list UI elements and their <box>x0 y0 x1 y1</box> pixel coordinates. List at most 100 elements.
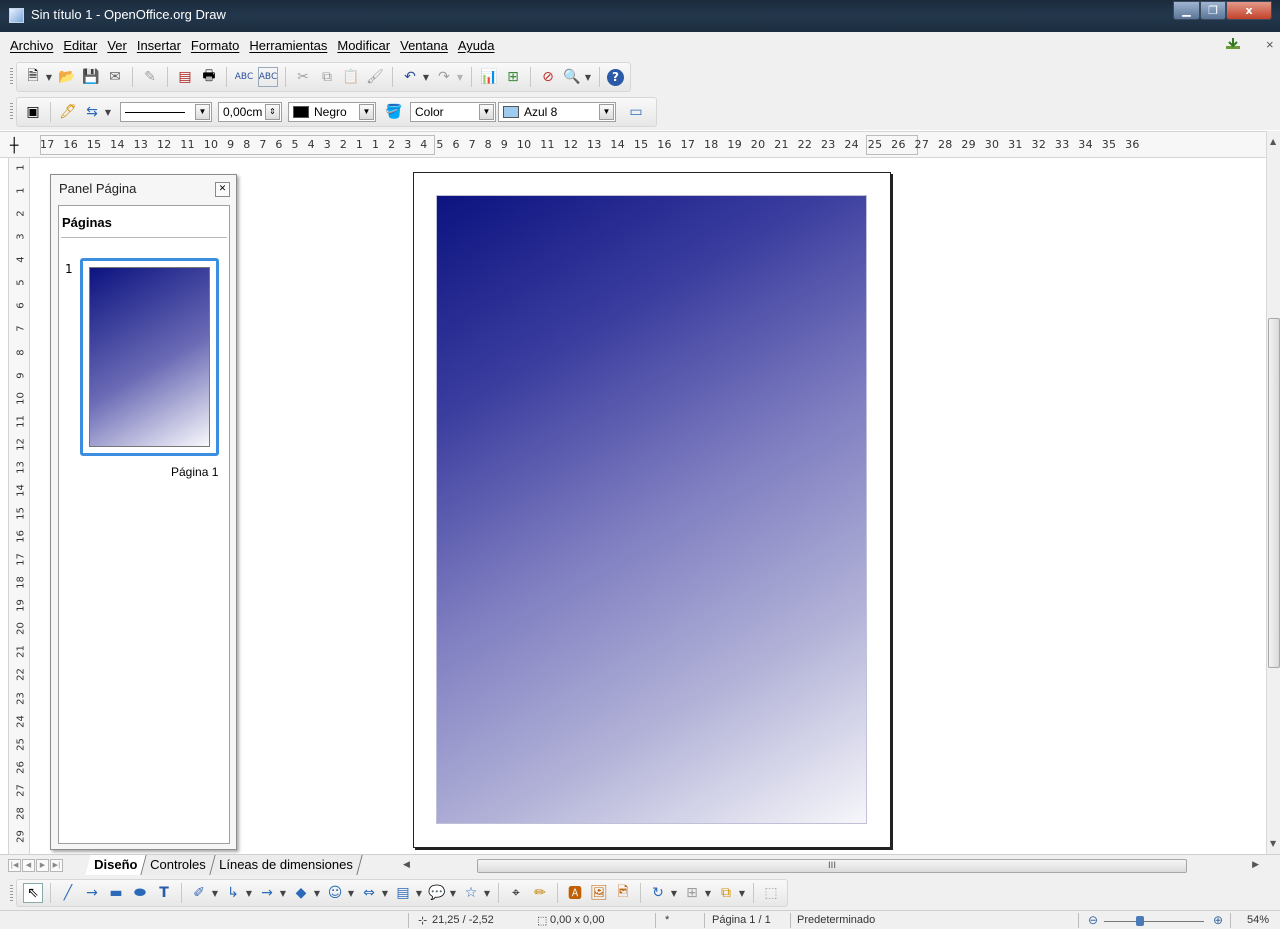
auto-spellcheck-icon[interactable]: ABC <box>258 67 278 87</box>
points-icon[interactable]: ⌖ <box>506 883 526 903</box>
help-icon[interactable]: ? <box>607 68 624 86</box>
ellipse-tool-icon[interactable]: ⬬ <box>130 883 150 903</box>
spinner-icon[interactable]: ⇕ <box>265 104 280 120</box>
update-notification-icon[interactable] <box>1224 37 1242 51</box>
area-icon[interactable]: 🪣 <box>384 102 404 122</box>
copy-icon[interactable]: ⧉ <box>317 67 337 87</box>
connector-tool-icon[interactable]: ↳ <box>223 883 243 903</box>
modified-indicator[interactable]: * <box>665 914 669 926</box>
line-icon[interactable]: 🖊 <box>58 102 78 122</box>
arrow-style-icon[interactable]: ⇆ <box>82 102 102 122</box>
zoom-out-icon[interactable]: ⊖ <box>1088 913 1098 927</box>
edit-file-icon[interactable]: ✎ <box>140 67 160 87</box>
callouts-icon[interactable]: 💬 <box>427 883 447 903</box>
email-icon[interactable]: ✉ <box>105 67 125 87</box>
print-icon[interactable]: 🖶 <box>199 67 219 87</box>
scroll-right-icon[interactable]: ▶ <box>1252 860 1259 870</box>
stars-icon[interactable]: ☆ <box>461 883 481 903</box>
save-icon[interactable]: 💾 <box>81 67 101 87</box>
horizontal-ruler[interactable]: ┼ 17 16 15 14 13 12 11 10 9 8 7 6 5 4 3 … <box>0 131 1280 158</box>
redo-icon[interactable]: ↷ <box>434 67 454 87</box>
tab-lineas-de-dimensiones[interactable]: Líneas de dimensiones <box>210 855 363 875</box>
new-dropdown-icon[interactable]: ▼ <box>45 73 53 82</box>
chevron-down-icon[interactable]: ▼ <box>599 104 614 120</box>
flowchart-icon[interactable]: ▤ <box>393 883 413 903</box>
alignment-icon[interactable]: ⊞ <box>682 883 702 903</box>
menu-modificar[interactable]: Modificar <box>337 38 390 53</box>
basic-shapes-icon[interactable]: ◆ <box>291 883 311 903</box>
zoom-icon[interactable]: 🔍 <box>562 67 582 87</box>
block-arrows-icon[interactable]: ⇔ <box>359 883 379 903</box>
redo-dropdown-icon[interactable]: ▼ <box>456 73 464 82</box>
minimize-button[interactable]: ▁ <box>1173 1 1200 20</box>
rectangle-tool-icon[interactable]: ▬ <box>106 883 126 903</box>
line-width-field[interactable]: 0,00cm ⇕ <box>218 102 282 122</box>
area-style-select[interactable]: Color ▼ <box>410 102 496 122</box>
ruler-origin-icon[interactable]: ┼ <box>10 138 18 154</box>
scroll-up-icon[interactable]: ▲ <box>1270 137 1276 146</box>
scroll-down-icon[interactable]: ▼ <box>1270 839 1276 848</box>
lines-arrows-tool-icon[interactable]: → <box>257 883 277 903</box>
navigator-icon[interactable]: ⊘ <box>538 67 558 87</box>
toolbar-grip[interactable] <box>10 885 13 903</box>
horizontal-scrollbar[interactable]: ◀ III ▶ <box>393 858 1263 874</box>
chevron-down-icon[interactable]: ▼ <box>359 104 374 120</box>
scroll-left-icon[interactable]: ◀ <box>403 860 410 870</box>
symbol-shapes-icon[interactable]: ☺ <box>325 883 345 903</box>
glue-points-icon[interactable]: ✏ <box>530 883 550 903</box>
line-tool-icon[interactable]: ╱ <box>58 883 78 903</box>
new-document-icon[interactable]: 🗎 <box>23 67 43 87</box>
next-tab-icon[interactable]: ▶ <box>36 859 49 872</box>
menu-herramientas[interactable]: Herramientas <box>249 38 327 53</box>
last-tab-icon[interactable]: ▶| <box>50 859 63 872</box>
first-tab-icon[interactable]: |◀ <box>8 859 21 872</box>
chevron-down-icon[interactable]: ▼ <box>195 104 210 120</box>
line-color-select[interactable]: Negro ▼ <box>288 102 376 122</box>
horizontal-scroll-thumb[interactable]: III <box>477 859 1187 873</box>
menu-ver[interactable]: Ver <box>107 38 127 53</box>
zoom-slider-knob[interactable] <box>1136 916 1144 926</box>
close-document-icon[interactable]: × <box>1266 37 1274 52</box>
fontwork-icon[interactable]: 🅰 <box>565 883 585 903</box>
close-panel-icon[interactable]: ✕ <box>215 182 230 197</box>
menu-ayuda[interactable]: Ayuda <box>458 38 495 53</box>
zoom-slider[interactable]: ⊖ ⊕ <box>1088 913 1223 928</box>
from-file-icon[interactable]: 🖼 <box>589 883 609 903</box>
maximize-button[interactable]: ❐ <box>1200 1 1226 20</box>
line-style-select[interactable]: ▼ <box>120 102 212 122</box>
arrow-style-dropdown-icon[interactable]: ▼ <box>104 108 112 117</box>
select-arrow-icon[interactable]: ⇖ <box>23 883 43 903</box>
undo-dropdown-icon[interactable]: ▼ <box>422 73 430 82</box>
vertical-scroll-thumb[interactable] <box>1268 318 1280 668</box>
cut-icon[interactable]: ✂ <box>293 67 313 87</box>
rotate-icon[interactable]: ↻ <box>648 883 668 903</box>
spellcheck-icon[interactable]: ABC <box>234 67 254 87</box>
vertical-scrollbar[interactable]: ▲ ▼ <box>1266 131 1280 854</box>
zoom-level[interactable]: 54% <box>1247 914 1269 926</box>
tab-controles[interactable]: Controles <box>141 855 216 875</box>
undo-icon[interactable]: ↶ <box>400 67 420 87</box>
zoom-dropdown-icon[interactable]: ▼ <box>584 73 592 82</box>
toolbar-grip[interactable] <box>10 68 13 86</box>
curve-tool-icon[interactable]: ✐ <box>189 883 209 903</box>
menu-ventana[interactable]: Ventana <box>400 38 448 53</box>
clone-formatting-icon[interactable]: 🖌 <box>365 67 385 87</box>
spreadsheet-icon[interactable]: ⊞ <box>503 67 523 87</box>
line-arrow-tool-icon[interactable]: → <box>82 883 102 903</box>
paste-icon[interactable]: 📋 <box>341 67 361 87</box>
menu-formato[interactable]: Formato <box>191 38 239 53</box>
extrusion-icon[interactable]: ⬚ <box>761 883 781 903</box>
zoom-in-icon[interactable]: ⊕ <box>1213 913 1223 927</box>
styles-formatting-icon[interactable]: ▣ <box>23 102 43 122</box>
text-tool-icon[interactable]: T <box>154 883 174 903</box>
menu-editar[interactable]: Editar <box>63 38 97 53</box>
gallery-icon[interactable]: 🖻 <box>613 883 633 903</box>
open-folder-icon[interactable]: 📂 <box>57 67 77 87</box>
area-color-select[interactable]: Azul 8 ▼ <box>498 102 616 122</box>
vertical-ruler[interactable]: 1 1 2 3 4 5 6 7 8 9 10 11 12 13 14 15 16 17 18 19 20 21 22 23 24… <box>8 158 30 858</box>
page-thumbnail[interactable] <box>80 258 219 456</box>
menu-insertar[interactable]: Insertar <box>137 38 181 53</box>
shadow-icon[interactable]: ▭ <box>626 102 646 122</box>
export-pdf-icon[interactable]: ▤ <box>175 67 195 87</box>
arrange-icon[interactable]: ⧉ <box>716 883 736 903</box>
